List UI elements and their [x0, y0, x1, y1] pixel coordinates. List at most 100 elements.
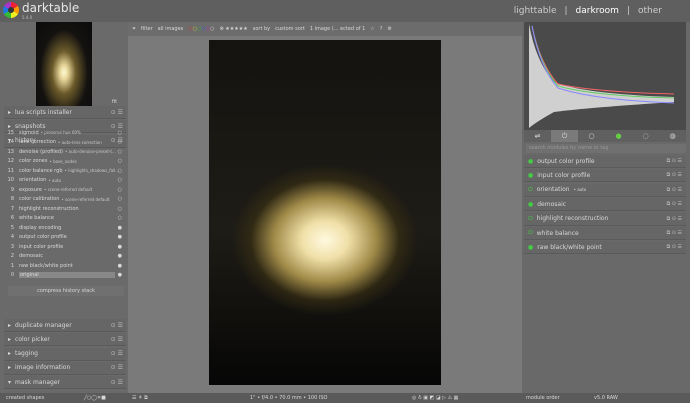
filter-select[interactable]: all images	[158, 26, 184, 32]
sort-select[interactable]: custom sort	[275, 26, 305, 32]
star-icon[interactable]: ☆	[370, 26, 374, 32]
history-label: color calibration	[19, 196, 60, 203]
history-number: 0	[10, 272, 14, 279]
history-item[interactable]: 13 denoise (profiled) • auto-denoise-prese…	[4, 147, 126, 157]
reset-preset-icons[interactable]: ⊙ ☰	[111, 379, 123, 386]
module-on-icon: ●	[117, 243, 122, 250]
section-label: color picker	[15, 335, 50, 343]
power-icon[interactable]: ●	[528, 244, 533, 251]
module-on-icon: ●	[117, 262, 122, 269]
power-icon[interactable]: ⏻	[528, 215, 533, 223]
tab-color[interactable]: ●	[605, 130, 632, 142]
section-label: image information	[15, 364, 71, 372]
view-lighttable[interactable]: lighttable	[514, 6, 557, 16]
navigation-thumbnail[interactable]	[36, 22, 92, 106]
module-actions-icons[interactable]: ⧉ ⊙ ☰	[667, 244, 682, 250]
bottom-toolbar-icons[interactable]: ☰ ⚘ ⧉	[132, 393, 148, 403]
history-item[interactable]: 14 lens correction • auto-lens-correction ○	[4, 138, 126, 148]
reset-preset-icons[interactable]: ⊙ ☰	[111, 322, 123, 329]
history-label: orientation	[19, 177, 47, 184]
history-item[interactable]: 12 color zones • base_nodes ○	[4, 157, 126, 167]
power-icon[interactable]: ⏻	[528, 229, 533, 237]
history-label: raw black/white point	[19, 262, 73, 269]
history-item[interactable]: 8 color calibration • scene-referred defau…	[4, 195, 126, 205]
tab-quick-access[interactable]: ⇌	[524, 130, 551, 142]
power-icon[interactable]: ⏻	[528, 186, 533, 194]
module-highlight-reconstruction[interactable]: ⏻ highlight reconstruction ⧉ ⊙ ☰	[524, 212, 686, 226]
reset-preset-icons[interactable]: ⊙ ☰	[111, 350, 123, 357]
power-icon[interactable]: ●	[528, 172, 533, 179]
section-tagging[interactable]: ▸ tagging ⊙ ☰	[4, 347, 126, 361]
module-actions-icons[interactable]: ⧉ ⊙ ☰	[667, 158, 682, 164]
history-item[interactable]: 6 white balance ○	[4, 214, 126, 224]
module-actions-icons[interactable]: ⧉ ⊙ ☰	[667, 172, 682, 178]
module-output-color-profile[interactable]: ● output color profile ⧉ ⊙ ☰	[524, 155, 686, 168]
tab-active-modules[interactable]: ⏻	[551, 130, 578, 142]
module-order-value[interactable]: v5.0 RAW	[594, 393, 618, 403]
history-item[interactable]: 5 display encoding ●	[4, 223, 126, 233]
module-demosaic[interactable]: ● demosaic ⧉ ⊙ ☰	[524, 198, 686, 212]
zoom-fit-select[interactable]: fit	[112, 99, 117, 105]
history-item[interactable]: 15 sigmoid • preserve hue 60% ○	[4, 128, 126, 138]
history-item[interactable]: 11 color balance rgb • highlights_shadows_…	[4, 166, 126, 176]
history-item[interactable]: 2 demosaic ●	[4, 252, 126, 262]
power-icon[interactable]: ●	[528, 201, 533, 208]
section-lua-scripts-installer[interactable]: ▸ lua scripts installer ⊙ ☰	[4, 106, 126, 119]
history-label: original	[19, 272, 115, 279]
rating-filter[interactable]: ⊗ ★★★★★	[220, 26, 248, 32]
module-search-input[interactable]: search modules by name or tag	[526, 144, 686, 153]
reset-preset-icons[interactable]: ⊙ ☰	[111, 336, 123, 343]
history-number: 13	[7, 148, 14, 155]
reset-preset-icons[interactable]: ⊙ ☰	[111, 109, 123, 116]
history-item[interactable]: 3 input color profile ●	[4, 242, 126, 252]
tab-effect[interactable]: ◍	[659, 130, 686, 142]
section-mask-manager[interactable]: ▾ mask manager ⊙ ☰	[4, 376, 126, 390]
collapsed-arrow-icon: ▸	[8, 321, 12, 329]
darktable-logo	[3, 2, 19, 18]
power-icon[interactable]: ●	[528, 158, 533, 165]
module-orientation[interactable]: ⏻ orientation • auto ⧉ ⊙ ☰	[524, 183, 686, 197]
module-input-color-profile[interactable]: ● input color profile ⧉ ⊙ ☰	[524, 169, 686, 183]
shape-tools[interactable]: ╱○◯✕■	[84, 393, 106, 403]
history-label: output color profile	[19, 234, 67, 241]
section-image-information[interactable]: ▸ image information ⊙ ☰	[4, 361, 126, 375]
image-count: 1 image (... ected of 1	[309, 26, 366, 32]
history-label: denoise (profiled)	[19, 148, 64, 155]
history-item[interactable]: 1 raw black/white point ●	[4, 261, 126, 271]
gear-icon[interactable]: ⚙	[387, 26, 391, 32]
view-other[interactable]: other	[638, 6, 662, 16]
history-item[interactable]: 9 exposure • scene-referred default ○	[4, 185, 126, 195]
module-white-balance[interactable]: ⏻ white balance ⧉ ⊙ ☰	[524, 227, 686, 240]
tab-base[interactable]: ○	[578, 130, 605, 142]
history-label: exposure	[19, 186, 42, 193]
history-item[interactable]: 0 original ●	[4, 271, 126, 281]
history-badge: • scene-referred default	[43, 187, 93, 193]
section-color-picker[interactable]: ▸ color picker ⊙ ☰	[4, 333, 126, 347]
history-number: 9	[10, 186, 14, 193]
module-label: white balance	[536, 229, 579, 237]
section-duplicate-manager[interactable]: ▸ duplicate manager ⊙ ☰	[4, 319, 126, 332]
module-raw-black-white-point[interactable]: ● raw black/white point ⧉ ⊙ ☰	[524, 241, 686, 255]
history-item[interactable]: 4 output color profile ●	[4, 233, 126, 243]
display-tools[interactable]: ◎ ♁ ▣ ◩ ◪ ▷ ⚠ ▦	[412, 393, 458, 403]
module-actions-icons[interactable]: ⧉ ⊙ ☰	[667, 201, 682, 207]
help-icon[interactable]: ?	[380, 26, 383, 32]
history-item[interactable]: 7 highlight reconstruction ○	[4, 204, 126, 214]
module-actions-icons[interactable]: ⧉ ⊙ ☰	[667, 230, 682, 236]
module-off-icon: ○	[117, 186, 122, 193]
module-actions-icons[interactable]: ⧉ ⊙ ☰	[667, 216, 682, 222]
history-label: white balance	[19, 215, 54, 222]
history-number: 10	[7, 177, 14, 184]
module-actions-icons[interactable]: ⧉ ⊙ ☰	[667, 187, 682, 193]
view-darkroom[interactable]: darkroom	[576, 6, 619, 16]
history-number: 7	[10, 205, 14, 212]
image-canvas[interactable]	[209, 40, 441, 385]
module-on-icon: ●	[117, 253, 122, 260]
compress-history-button[interactable]: compress history stack	[8, 286, 124, 296]
tab-correct[interactable]: ◌	[632, 130, 659, 142]
reset-preset-icons[interactable]: ⊙ ☰	[111, 364, 123, 371]
color-labels[interactable]: ○○○○○○	[188, 26, 214, 32]
history-item[interactable]: 10 orientation • auto ○	[4, 176, 126, 186]
filter-icon[interactable]: ⏷	[132, 26, 136, 32]
histogram[interactable]	[524, 22, 686, 130]
